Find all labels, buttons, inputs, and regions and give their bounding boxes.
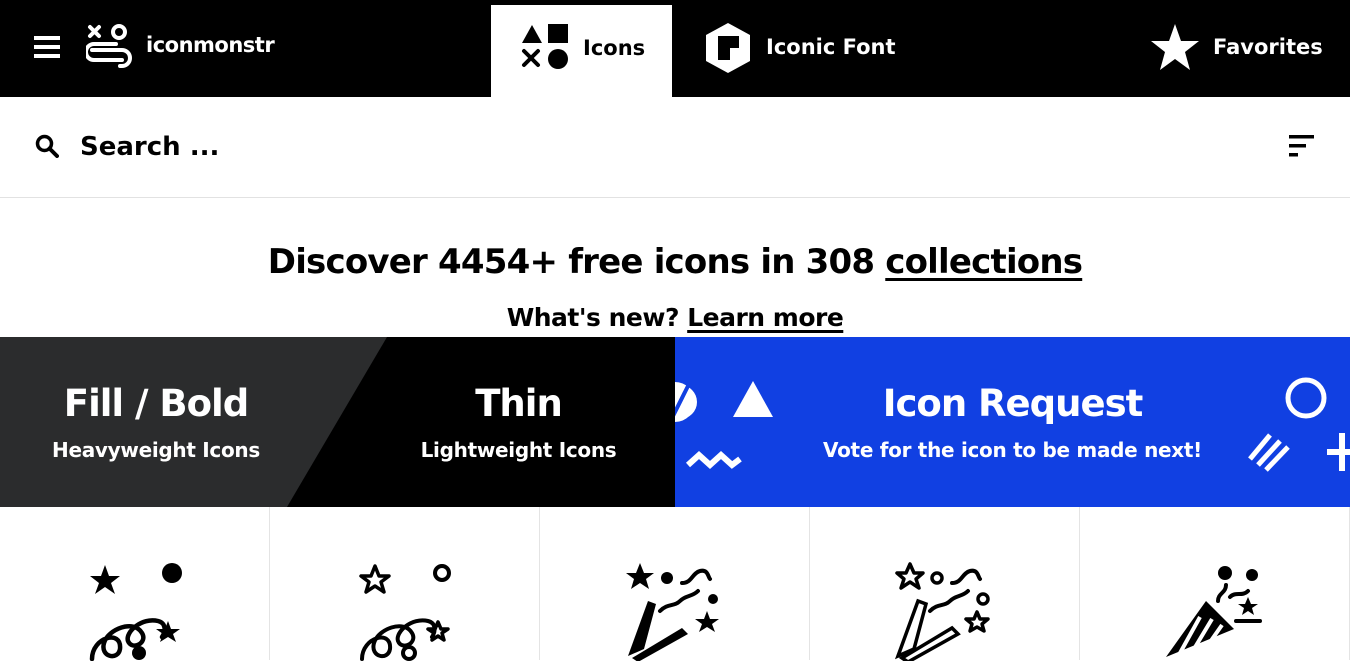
menu-icon[interactable] xyxy=(34,36,60,58)
icon-request-subtitle: Vote for the icon to be made next! xyxy=(823,438,1202,462)
star-icon xyxy=(1151,24,1199,70)
icon-card[interactable] xyxy=(810,507,1080,661)
shapes-icon xyxy=(522,24,568,69)
party-popper-fill-icon xyxy=(626,563,719,661)
headline-text: Discover 4454+ free icons in 308 xyxy=(267,242,886,282)
icon-card[interactable] xyxy=(0,507,270,661)
thin-banner[interactable]: Thin Lightweight Icons xyxy=(340,337,675,507)
whats-new: What's new? Learn more xyxy=(0,303,1350,332)
party-confetti-fill-icon xyxy=(89,563,182,661)
party-cone-icon xyxy=(1166,566,1262,657)
party-popper-outline-icon xyxy=(894,562,990,661)
fill-bold-title: Fill / Bold xyxy=(63,382,249,425)
banners: Fill / Bold Heavyweight Icons Thin Light… xyxy=(0,337,1350,507)
fill-bold-subtitle: Heavyweight Icons xyxy=(52,438,260,462)
party-confetti-outline-icon xyxy=(359,564,451,661)
sort-filter-icon[interactable] xyxy=(1289,135,1315,157)
brand-name[interactable]: iconmonstr xyxy=(146,33,275,57)
learn-more-link[interactable]: Learn more xyxy=(687,303,844,332)
icon-card[interactable] xyxy=(540,507,810,661)
fill-bold-banner[interactable]: Fill / Bold Heavyweight Icons xyxy=(0,337,330,507)
thin-title: Thin xyxy=(475,382,563,425)
collections-link[interactable]: collections xyxy=(885,242,1083,282)
tab-iconic-font-label: Iconic Font xyxy=(766,35,896,59)
tab-icons[interactable]: Icons xyxy=(491,5,672,97)
icon-grid xyxy=(0,507,1350,661)
icon-request-title: Icon Request xyxy=(882,382,1144,425)
style-banners: Fill / Bold Heavyweight Icons Thin Light… xyxy=(0,337,675,507)
tab-icons-label: Icons xyxy=(583,36,646,60)
icon-request-banner[interactable]: Icon Request Vote for the icon to be mad… xyxy=(675,337,1350,507)
search-bar xyxy=(0,97,1350,198)
headline: Discover 4454+ free icons in 308 collect… xyxy=(0,242,1350,282)
icon-card[interactable] xyxy=(270,507,540,661)
tab-favorites[interactable]: Favorites xyxy=(1150,0,1340,97)
iconmonstr-logo-icon[interactable] xyxy=(86,24,136,70)
search-input[interactable] xyxy=(80,127,680,167)
icon-card[interactable] xyxy=(1080,507,1350,660)
top-navigation: iconmonstr Icons Iconic Font Favorites xyxy=(0,0,1350,97)
whats-new-text: What's new? xyxy=(506,303,688,332)
iconic-font-icon xyxy=(706,23,750,73)
tab-iconic-font[interactable]: Iconic Font xyxy=(700,0,900,97)
thin-subtitle: Lightweight Icons xyxy=(420,438,617,462)
search-icon[interactable] xyxy=(35,134,59,158)
tab-favorites-label: Favorites xyxy=(1213,35,1323,59)
